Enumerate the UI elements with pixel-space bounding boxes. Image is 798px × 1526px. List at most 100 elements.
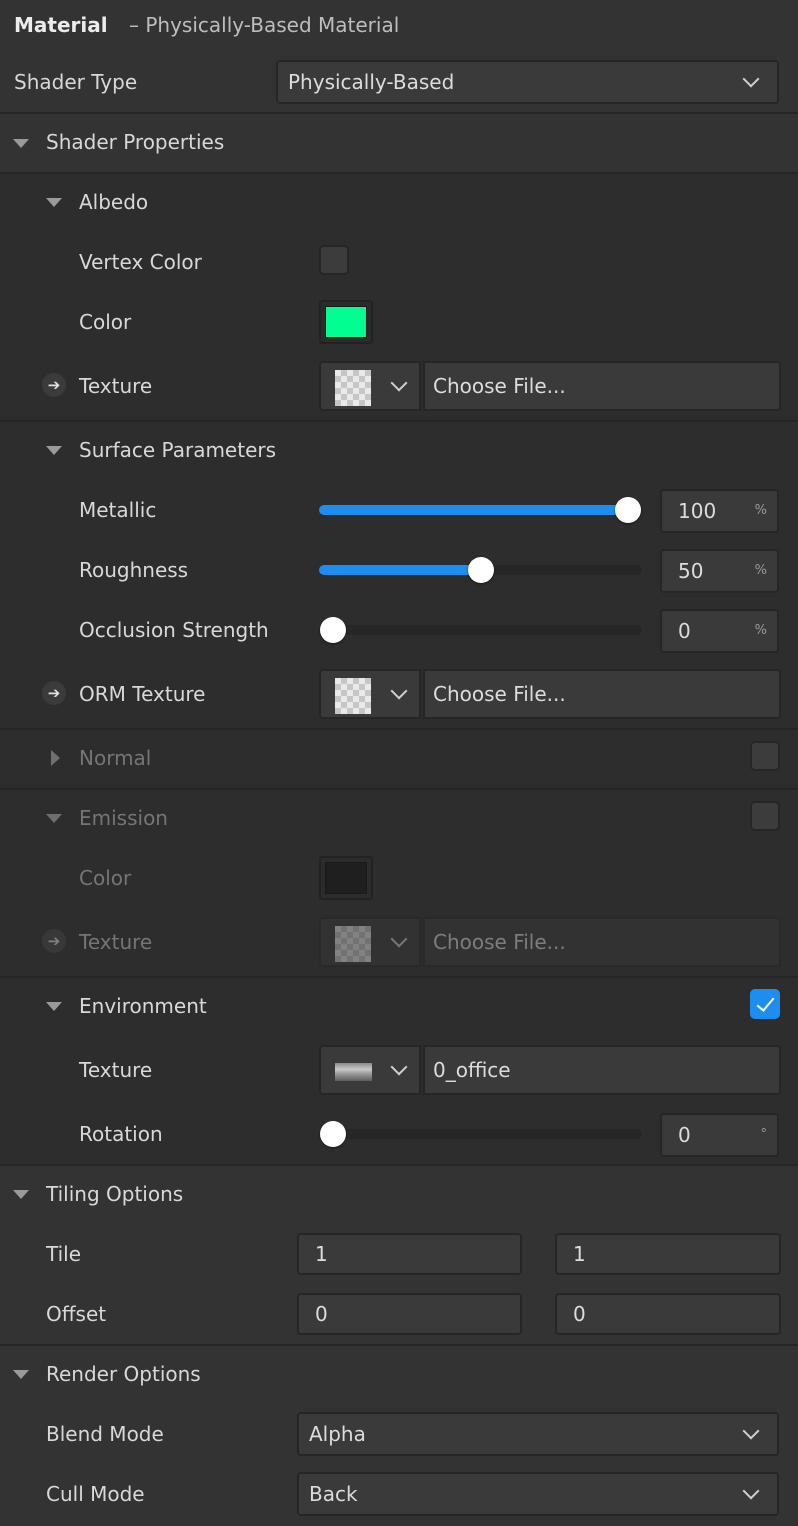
collapse-arrow-icon xyxy=(13,139,29,148)
roughness-slider[interactable] xyxy=(319,557,642,583)
texture-dropdown[interactable] xyxy=(319,1045,421,1095)
cull-mode-label: Cull Mode xyxy=(46,1482,145,1506)
rotation-input[interactable]: 0 ° xyxy=(660,1113,779,1157)
tile-x-input[interactable]: 1 xyxy=(297,1233,522,1275)
emission-texture-picker: Choose File... xyxy=(319,917,781,967)
slider-thumb[interactable] xyxy=(467,557,494,583)
chevron-down-icon xyxy=(390,682,408,700)
offset-y-value: 0 xyxy=(573,1302,586,1326)
slider-thumb[interactable] xyxy=(615,497,641,523)
emission-color-swatch xyxy=(319,856,373,900)
offset-label: Offset xyxy=(46,1302,107,1326)
unit-label: ° xyxy=(760,1127,768,1142)
albedo-color-swatch[interactable] xyxy=(319,300,373,344)
offset-y-input[interactable]: 0 xyxy=(555,1293,781,1335)
slider-fill xyxy=(319,565,481,575)
texture-dropdown[interactable] xyxy=(319,669,421,719)
emission-color-label: Color xyxy=(79,866,132,890)
rotation-slider[interactable] xyxy=(319,1121,642,1147)
tiling-options-label: Tiling Options xyxy=(46,1182,184,1206)
chevron-down-icon xyxy=(742,1482,760,1500)
cull-mode-select[interactable]: Back xyxy=(297,1472,779,1516)
offset-x-value: 0 xyxy=(315,1302,328,1326)
slider-thumb[interactable] xyxy=(320,617,346,643)
render-options-label: Render Options xyxy=(46,1362,201,1386)
blend-mode-select[interactable]: Alpha xyxy=(297,1412,779,1456)
surface-parameters-header[interactable]: Surface Parameters xyxy=(0,422,798,478)
collapse-arrow-icon xyxy=(46,446,62,455)
texture-thumbnail xyxy=(335,926,371,962)
rotation-value: 0 xyxy=(678,1123,691,1147)
emission-header[interactable]: Emission xyxy=(0,790,740,846)
checkmark-icon xyxy=(756,993,775,1012)
albedo-header[interactable]: Albedo xyxy=(0,174,798,230)
metallic-slider[interactable] xyxy=(319,497,642,523)
roughness-input[interactable]: 50 % xyxy=(660,549,779,593)
unit-label: % xyxy=(754,503,767,518)
texture-dropdown[interactable] xyxy=(319,361,421,411)
tile-x-value: 1 xyxy=(315,1242,328,1266)
arrow-right-icon: ➔ xyxy=(42,681,66,705)
chevron-down-icon xyxy=(742,1422,760,1440)
blend-mode-label: Blend Mode xyxy=(46,1422,164,1446)
collapse-arrow-icon xyxy=(46,1002,62,1011)
choose-file-label: Choose File... xyxy=(433,930,566,954)
metallic-input[interactable]: 100 % xyxy=(660,489,779,533)
arrow-right-icon: ➔ xyxy=(42,373,66,397)
slider-thumb[interactable] xyxy=(320,1121,346,1147)
cull-mode-value: Back xyxy=(309,1482,358,1506)
vertex-color-label: Vertex Color xyxy=(79,250,202,274)
roughness-value: 50 xyxy=(678,559,704,583)
collapse-arrow-icon xyxy=(13,1190,29,1199)
occlusion-strength-slider[interactable] xyxy=(319,617,642,643)
shader-type-select[interactable]: Physically-Based xyxy=(276,60,779,104)
choose-file-label: Choose File... xyxy=(433,374,566,398)
environment-texture-label: Texture xyxy=(79,1058,153,1082)
surface-parameters-label: Surface Parameters xyxy=(79,438,277,462)
render-options-header[interactable]: Render Options xyxy=(0,1346,798,1402)
environment-header[interactable]: Environment xyxy=(0,978,740,1034)
albedo-texture-picker[interactable]: Choose File... xyxy=(319,361,781,411)
collapse-arrow-icon xyxy=(46,814,62,823)
albedo-color-fill xyxy=(325,306,367,338)
occlusion-strength-label: Occlusion Strength xyxy=(79,618,269,642)
environment-enable-checkbox[interactable] xyxy=(750,989,780,1019)
vertex-color-checkbox[interactable] xyxy=(319,245,349,275)
texture-thumbnail xyxy=(335,678,371,714)
emission-enable-checkbox[interactable] xyxy=(750,801,780,831)
chevron-down-icon xyxy=(390,930,408,948)
occlusion-strength-input[interactable]: 0 % xyxy=(660,609,779,653)
environment-texture-picker[interactable]: 0_office xyxy=(319,1045,781,1095)
shader-type-label: Shader Type xyxy=(14,70,138,94)
unit-label: % xyxy=(754,623,767,638)
metallic-label: Metallic xyxy=(79,498,157,522)
tile-label: Tile xyxy=(46,1242,82,1266)
environment-label: Environment xyxy=(79,994,207,1018)
normal-enable-checkbox[interactable] xyxy=(750,741,780,771)
tiling-options-header[interactable]: Tiling Options xyxy=(0,1166,798,1222)
normal-header[interactable]: Normal xyxy=(0,730,740,788)
expand-arrow-icon xyxy=(51,750,60,766)
chevron-down-icon xyxy=(390,374,408,392)
albedo-texture-label: Texture xyxy=(79,374,153,398)
albedo-color-label: Color xyxy=(79,310,132,334)
environment-texture-name[interactable]: 0_office xyxy=(423,1045,781,1095)
metallic-value: 100 xyxy=(678,499,717,523)
arrow-right-icon: ➔ xyxy=(42,929,66,953)
offset-x-input[interactable]: 0 xyxy=(297,1293,522,1335)
choose-file-button[interactable]: Choose File... xyxy=(423,669,781,719)
environment-texture-value: 0_office xyxy=(433,1058,511,1082)
shader-properties-header[interactable]: Shader Properties xyxy=(0,114,798,172)
emission-texture-label: Texture xyxy=(79,930,153,954)
texture-thumbnail xyxy=(335,370,371,406)
occlusion-strength-value: 0 xyxy=(678,619,691,643)
tile-y-input[interactable]: 1 xyxy=(555,1233,781,1275)
chevron-down-icon xyxy=(742,70,760,88)
orm-texture-picker[interactable]: Choose File... xyxy=(319,669,781,719)
orm-texture-label: ORM Texture xyxy=(79,682,206,706)
tile-y-value: 1 xyxy=(573,1242,586,1266)
unit-label: % xyxy=(754,563,767,578)
roughness-label: Roughness xyxy=(79,558,189,582)
choose-file-button[interactable]: Choose File... xyxy=(423,361,781,411)
shader-type-value: Physically-Based xyxy=(288,70,455,94)
